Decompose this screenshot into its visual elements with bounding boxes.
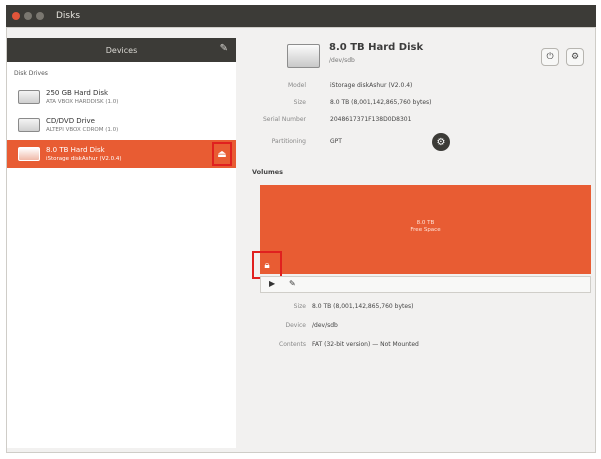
volume-detail-label: Size	[293, 303, 306, 310]
gear-icon: ⚙	[436, 136, 446, 148]
volume-detail-label: Device	[285, 322, 306, 329]
disk-settings-button[interactable]: ⚙	[432, 133, 450, 151]
play-icon[interactable]: ▶	[269, 280, 275, 288]
property-label: Size	[293, 99, 306, 106]
gear-icon: ⚙	[570, 52, 580, 62]
device-name: CD/DVD Drive	[46, 116, 95, 125]
window-maximize-button[interactable]	[36, 12, 44, 20]
sidebar-header-label: Devices	[105, 45, 138, 55]
window-title: Disks	[56, 11, 81, 21]
device-item-cdrom[interactable]: CD/DVD Drive ALTEPI VBOX CDROM (1.0)	[7, 111, 236, 139]
power-button[interactable]: ⏻	[541, 48, 559, 66]
hard-disk-icon	[287, 44, 320, 68]
property-label: Serial Number	[263, 116, 306, 123]
device-sub: iStorage diskAshur (V2.0.4)	[46, 155, 122, 162]
volume-detail-value: 8.0 TB (8,001,142,865,760 bytes)	[312, 303, 414, 310]
optical-drive-icon	[18, 118, 40, 132]
window-minimize-button[interactable]	[24, 12, 32, 20]
volume-detail-label: Contents	[279, 341, 306, 348]
volume-toolbar: ▶ ✎	[260, 276, 591, 293]
window-titlebar: Disks	[6, 5, 596, 27]
wrench-icon[interactable]: ✎	[289, 280, 296, 288]
property-label: Partitioning	[271, 138, 306, 145]
volume-block-size: 8.0 TB	[416, 220, 435, 226]
device-sub: ALTEPI VBOX CDROM (1.0)	[46, 126, 119, 133]
volumes-label: Volumes	[252, 168, 284, 176]
property-label: Model	[287, 82, 306, 89]
volume-detail-value: /dev/sdb	[312, 322, 338, 329]
disk-title: 8.0 TB Hard Disk	[329, 42, 424, 53]
eject-icon[interactable]: ⏏	[212, 142, 232, 166]
lock-icon[interactable]: 🔒︎	[252, 251, 282, 279]
property-value: iStorage diskAshur (V2.0.4)	[330, 82, 413, 89]
device-item-8tb[interactable]: 8.0 TB Hard Disk iStorage diskAshur (V2.…	[7, 140, 236, 168]
window-close-button[interactable]	[12, 12, 20, 20]
volume-block-type: Free Space	[410, 227, 441, 233]
device-sub: ATA VBOX HARDDISK (1.0)	[46, 98, 119, 105]
device-name: 250 GB Hard Disk	[46, 88, 109, 97]
section-label: Disk Drives	[14, 70, 48, 77]
sidebar-header: Devices ✎	[7, 38, 236, 62]
hard-disk-icon	[18, 147, 40, 161]
power-icon: ⏻	[546, 52, 554, 62]
property-value: 8.0 TB (8,001,142,865,760 bytes)	[330, 99, 432, 106]
device-item-250gb[interactable]: 250 GB Hard Disk ATA VBOX HARDDISK (1.0)	[7, 83, 236, 111]
hard-disk-icon	[18, 90, 40, 104]
volume-block-text: 8.0 TB Free Space	[260, 220, 591, 234]
menu-button[interactable]: ⚙	[566, 48, 584, 66]
property-value: GPT	[330, 138, 342, 145]
device-name: 8.0 TB Hard Disk	[46, 145, 105, 154]
volume-detail-value: FAT (32-bit version) — Not Mounted	[312, 341, 419, 348]
wrench-icon[interactable]: ✎	[220, 44, 228, 54]
property-value: 2048617371F138D0D8301	[330, 116, 412, 123]
disk-subtitle: /dev/sdb	[329, 57, 355, 64]
